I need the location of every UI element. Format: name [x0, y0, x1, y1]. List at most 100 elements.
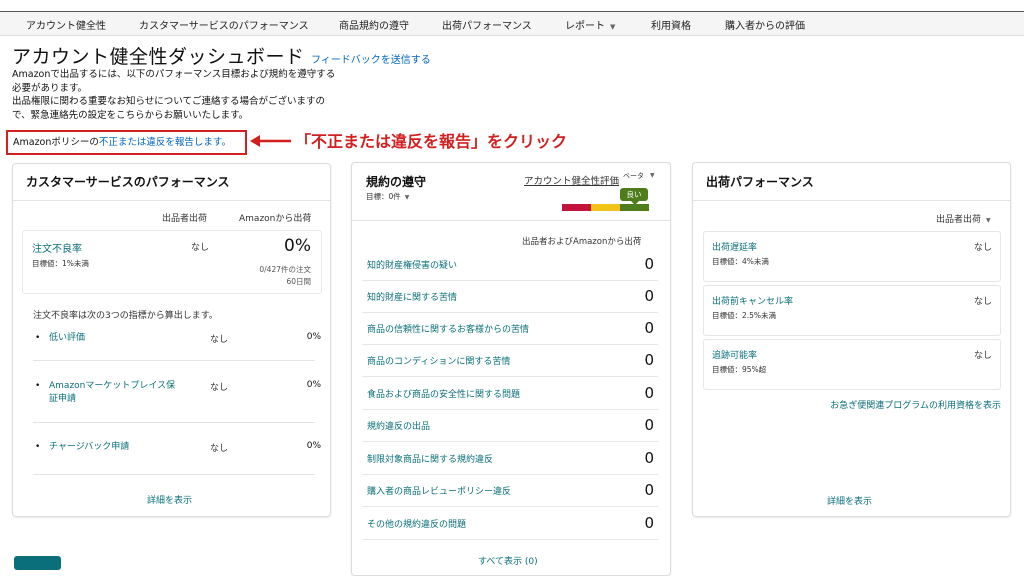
rating-bar-yellow: [591, 204, 620, 211]
shipping-performance-card: 出荷パフォーマンス 出品者出荷 ▼ 出荷遅延率 目標値：4%未満 なし 出荷前キャ…: [692, 162, 1011, 517]
chevron-down-icon: ▼: [404, 194, 410, 201]
list-item: • チャージバック申請 なし 0%: [35, 441, 331, 469]
table-row: その他の規約違反の問題 0: [362, 508, 658, 540]
row-value: 0: [644, 416, 654, 434]
bullet-icon: •: [35, 381, 41, 391]
policy-report-prefix: Amazonポリシーの: [13, 137, 99, 148]
list-item: • 低い評価 なし 0%: [35, 332, 331, 360]
tracking-rate-box: 追跡可能率 目標値：95%超 なし: [703, 339, 1001, 390]
row-value: 0: [644, 514, 654, 532]
chevron-down-icon: ▼: [650, 172, 655, 179]
report-violation-link[interactable]: 不正または違反を報告します。: [99, 137, 231, 148]
tracking-rate-link[interactable]: 追跡可能率: [712, 348, 757, 361]
row-value: 0: [644, 481, 654, 499]
restricted-products-link[interactable]: 制限対象商品に関する規約違反: [367, 452, 493, 465]
table-row: 食品および商品の安全性に関する問題 0: [362, 378, 658, 410]
table-row: 商品のコンディションに関する苦情 0: [362, 345, 658, 377]
policy-compliance-title: 規約の遵守: [366, 175, 427, 189]
sub-metric-status: なし: [210, 335, 229, 345]
view-all-link[interactable]: すべて表示 (0): [478, 554, 538, 567]
cancel-rate-target: 目標値：2.5%未満: [712, 311, 777, 320]
odr-target: 目標値：1%未満: [32, 259, 89, 268]
customer-service-details-link[interactable]: 詳細を表示: [147, 493, 192, 506]
customer-service-title: カスタマーサービスのパフォーマンス: [26, 175, 230, 189]
cancel-rate-link[interactable]: 出荷前キャンセル率: [712, 294, 793, 307]
table-row: 知的財産に関する苦情 0: [362, 281, 658, 313]
rating-bar-red: [562, 204, 591, 211]
feedback-link[interactable]: フィードバックを送信する: [311, 51, 431, 66]
review-policy-link[interactable]: 購入者の商品レビューポリシー違反: [367, 484, 511, 497]
odr-label-link[interactable]: 注文不良率: [32, 240, 82, 255]
rating-good-badge: 良い: [620, 188, 648, 205]
intro-text: Amazonで出品するには、以下のパフォーマンス目標および規約を遵守する必要があ…: [12, 68, 342, 122]
odr-seller-value: なし: [191, 243, 210, 253]
column-amazon-fulfilled: Amazonから出荷: [239, 214, 312, 224]
cancel-rate-value: なし: [973, 297, 992, 307]
nav-buyer-feedback[interactable]: 購入者からの評価: [725, 17, 805, 32]
beta-label: ベータ: [623, 172, 644, 180]
a-to-z-claims-link[interactable]: Amazonマーケットプレイス保証申請: [49, 380, 179, 406]
row-value: 0: [644, 384, 654, 402]
row-divider: [33, 360, 315, 361]
nav-policy-compliance[interactable]: 商品規約の遵守: [339, 17, 409, 32]
row-value: 0: [644, 449, 654, 467]
shipping-details-link[interactable]: 詳細を表示: [827, 494, 872, 507]
odr-detail-period: 60日間: [286, 277, 311, 286]
card-divider: [13, 200, 330, 201]
table-row: 知的財産権侵害の疑い 0: [362, 249, 658, 281]
column-seller-fulfilled: 出品者出荷 ▼: [936, 212, 991, 225]
column-seller-fulfilled: 出品者出荷: [162, 214, 208, 224]
odr-metric-box: 注文不良率 目標値：1%未満 なし 0% 0/427件の注文 60日間: [22, 230, 322, 294]
row-value: 0: [644, 319, 654, 337]
nav-customer-service[interactable]: カスタマーサービスのパフォーマンス: [139, 17, 309, 32]
nav-account-health[interactable]: アカウント健全性: [26, 17, 106, 32]
bullet-icon: •: [35, 333, 41, 343]
intro-paragraph-1: Amazonで出品するには、以下のパフォーマンス目標および規約を遵守する必要があ…: [12, 69, 336, 94]
account-health-rating-link[interactable]: アカウント健全性評価: [524, 173, 619, 187]
bottom-button[interactable]: [14, 556, 61, 570]
shipping-performance-title: 出荷パフォーマンス: [706, 175, 814, 189]
table-row: 規約違反の出品 0: [362, 410, 658, 442]
sub-metric-value: 0%: [306, 332, 321, 342]
authenticity-complaints-link[interactable]: 商品の信頼性に関するお客様からの苦情: [367, 322, 529, 335]
tracking-rate-target: 目標値：95%超: [712, 365, 767, 374]
intro-paragraph-2: 出品権限に関わる重要なお知らせについてご連絡する場合がございますので、緊急連絡先…: [12, 96, 326, 121]
listing-violations-link[interactable]: 規約違反の出品: [367, 419, 430, 432]
row-value: 0: [644, 351, 654, 369]
condition-complaints-link[interactable]: 商品のコンディションに関する苦情: [367, 354, 510, 367]
card-divider: [693, 200, 1010, 201]
sub-metric-status: なし: [210, 444, 229, 454]
compliance-target: 目標：0件 ▼: [366, 191, 409, 202]
rating-bar-green: [620, 204, 649, 211]
late-shipment-box: 出荷遅延率 目標値：4%未満 なし: [703, 231, 1001, 282]
nav-reports[interactable]: レポート ▼: [565, 17, 615, 32]
table-row: 購入者の商品レビューポリシー違反 0: [362, 475, 658, 507]
other-violations-link[interactable]: その他の規約違反の問題: [367, 517, 466, 530]
prime-eligibility-link[interactable]: お急ぎ便関連プログラムの利用資格を表示: [830, 398, 1001, 411]
nav-shipping-performance[interactable]: 出荷パフォーマンス: [442, 17, 532, 32]
odr-explanation: 注文不良率は次の3つの指標から算出します。: [33, 311, 218, 321]
compliance-target-value: 0件: [388, 192, 401, 201]
chevron-down-icon: ▼: [610, 23, 616, 31]
table-row: 商品の信頼性に関するお客様からの苦情 0: [362, 313, 658, 345]
chargeback-link[interactable]: チャージバック申請: [49, 441, 129, 454]
negative-feedback-link[interactable]: 低い評価: [49, 332, 85, 345]
cancel-rate-box: 出荷前キャンセル率 目標値：2.5%未満 なし: [703, 285, 1001, 336]
ip-infringement-link[interactable]: 知的財産権侵害の疑い: [367, 258, 457, 271]
nav-eligibility[interactable]: 利用資格: [651, 17, 691, 32]
tracking-rate-value: なし: [973, 351, 992, 361]
safety-issues-link[interactable]: 食品および商品の安全性に関する問題: [367, 387, 520, 400]
compliance-column-header: 出品者およびAmazonから出荷: [522, 237, 642, 247]
table-row: 制限対象商品に関する規約違反 0: [362, 443, 658, 475]
page-title: アカウント健全性ダッシュボード: [12, 46, 305, 68]
late-shipment-value: なし: [973, 243, 992, 253]
odr-amazon-value: 0%: [284, 236, 311, 256]
ip-complaints-link[interactable]: 知的財産に関する苦情: [367, 290, 457, 303]
compliance-target-label: 目標：: [366, 192, 389, 201]
shipping-column-label: 出品者出荷: [936, 215, 982, 225]
policy-compliance-card: 規約の遵守 目標：0件 ▼ アカウント健全性評価 ベータ ▼ 出品者およびAmaz…: [351, 162, 671, 576]
chevron-down-icon: ▼: [986, 217, 991, 224]
bullet-icon: •: [35, 442, 41, 452]
policy-report-box: Amazonポリシーの不正または違反を報告します。: [6, 130, 247, 155]
late-shipment-link[interactable]: 出荷遅延率: [712, 240, 757, 253]
